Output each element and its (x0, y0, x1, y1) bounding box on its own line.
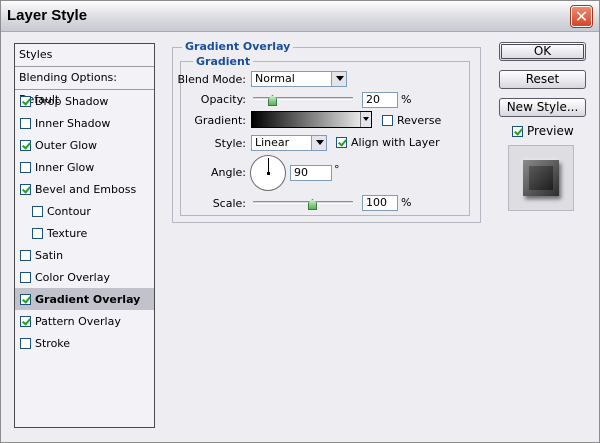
style-item[interactable]: Outer Glow (15, 134, 154, 156)
chevron-down-icon (311, 136, 326, 150)
preview-label: Preview (527, 124, 574, 138)
style-item-label: Texture (47, 226, 88, 240)
style-item[interactable]: Inner Shadow (15, 112, 154, 134)
styles-header[interactable]: Styles (15, 44, 154, 67)
style-item-checkbox[interactable] (20, 337, 31, 349)
style-item-checkbox[interactable] (20, 249, 31, 261)
chevron-down-icon[interactable] (360, 112, 371, 127)
reset-button[interactable]: Reset (499, 70, 586, 89)
angle-dial[interactable] (250, 155, 286, 191)
new-style-button[interactable]: New Style... (499, 98, 586, 117)
style-item-label: Satin (35, 248, 64, 262)
style-item[interactable]: Gradient Overlay (15, 288, 154, 310)
group-title: Gradient Overlay (182, 40, 294, 53)
preview-check-icon[interactable] (512, 125, 523, 137)
align-with-layer-checkbox[interactable]: Align with Layer (336, 136, 440, 149)
style-select[interactable]: Linear (251, 135, 327, 151)
preview-thumbnail (523, 160, 559, 196)
style-item-label: Stroke (35, 336, 71, 350)
window-title: Layer Style (7, 7, 88, 24)
style-item-checkbox[interactable] (20, 95, 31, 107)
opacity-label: Opacity: (200, 93, 246, 106)
style-item-label: Contour (47, 204, 91, 218)
style-item-label: Gradient Overlay (35, 292, 141, 306)
style-item[interactable]: Bevel and Emboss (15, 178, 154, 200)
blend-mode-label: Blend Mode: (177, 73, 247, 86)
style-item-checkbox[interactable] (20, 271, 31, 283)
styles-list: Styles Blending Options: Default Drop Sh… (14, 43, 155, 428)
scale-input[interactable]: 100 (362, 195, 398, 211)
style-item[interactable]: Satin (15, 244, 154, 266)
style-item-checkbox[interactable] (20, 161, 31, 173)
reverse-checkbox[interactable]: Reverse (382, 114, 441, 127)
style-value: Linear (255, 136, 290, 149)
style-item[interactable]: Contour (15, 200, 154, 222)
align-check-icon[interactable] (336, 137, 347, 148)
angle-input[interactable]: 90 (290, 165, 332, 181)
align-with-layer-label: Align with Layer (351, 136, 440, 149)
subgroup-title: Gradient (193, 55, 254, 68)
style-label: Style: (214, 137, 246, 150)
style-item-checkbox[interactable] (32, 227, 43, 239)
style-item-label: Inner Shadow (35, 116, 111, 130)
scale-slider-track[interactable] (253, 201, 353, 204)
style-item-label: Color Overlay (35, 270, 110, 284)
style-item-checkbox[interactable] (20, 315, 31, 327)
style-item[interactable]: Inner Glow (15, 156, 154, 178)
scale-label: Scale: (212, 197, 246, 210)
gradient-picker[interactable] (251, 111, 372, 128)
gradient-label: Gradient: (194, 114, 246, 127)
style-item-label: Outer Glow (35, 138, 98, 152)
blend-mode-value: Normal (255, 72, 295, 85)
style-item[interactable]: Stroke (15, 332, 154, 354)
style-item-checkbox[interactable] (20, 117, 31, 129)
preview-checkbox[interactable]: Preview (512, 124, 574, 138)
style-item-label: Drop Shadow (35, 94, 109, 108)
close-icon: ✕ (574, 7, 589, 26)
opacity-unit: % (401, 93, 412, 106)
chevron-down-icon (331, 72, 346, 86)
style-item[interactable]: Texture (15, 222, 154, 244)
blend-mode-select[interactable]: Normal (251, 71, 347, 87)
style-item-label: Bevel and Emboss (35, 182, 137, 196)
style-item-checkbox[interactable] (20, 139, 31, 151)
style-item-checkbox[interactable] (20, 183, 31, 195)
title-bar[interactable]: Layer Style ✕ (1, 1, 599, 32)
blending-options-item[interactable]: Blending Options: Default (15, 67, 154, 106)
style-item[interactable]: Color Overlay (15, 266, 154, 288)
style-item-label: Pattern Overlay (35, 314, 121, 328)
angle-unit: ° (334, 163, 340, 176)
scale-unit: % (401, 196, 412, 209)
preview-box (508, 145, 574, 211)
close-button[interactable]: ✕ (570, 5, 593, 28)
reverse-label: Reverse (397, 114, 442, 127)
style-item-checkbox[interactable] (20, 293, 31, 305)
style-item[interactable]: Pattern Overlay (15, 310, 154, 332)
angle-hub-icon (267, 172, 270, 175)
ok-button[interactable]: OK (499, 42, 586, 61)
style-items: Drop Shadow Inner Shadow Outer Glow Inner G… (15, 90, 154, 354)
opacity-input[interactable]: 20 (362, 92, 398, 108)
reverse-check-icon[interactable] (382, 115, 393, 126)
angle-label: Angle: (210, 166, 246, 179)
style-item-checkbox[interactable] (32, 205, 43, 217)
style-item-label: Inner Glow (35, 160, 95, 174)
